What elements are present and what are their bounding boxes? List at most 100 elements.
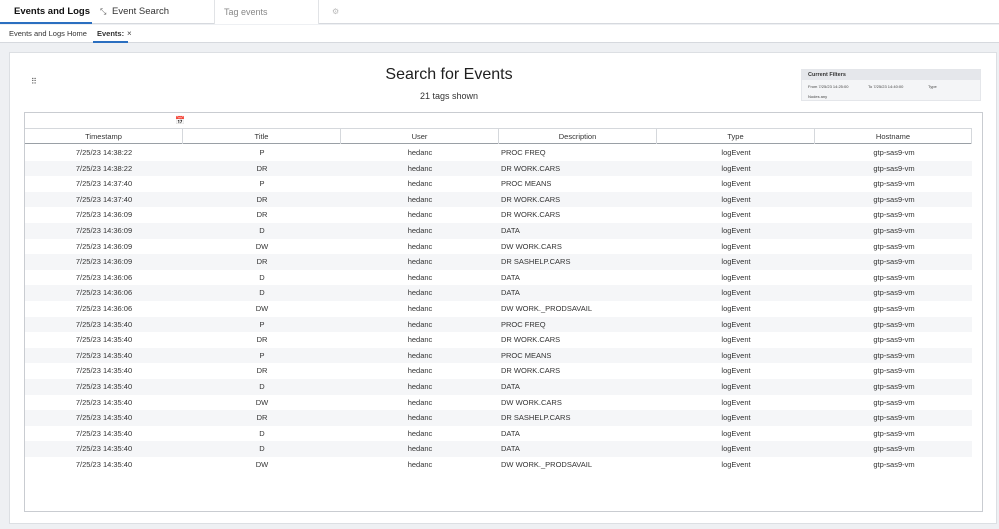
cell-timestamp: 7/25/23 14:35:40 [75,459,133,469]
cell-timestamp: 7/25/23 14:35:40 [75,319,133,329]
table-row[interactable]: 7/25/23 14:35:40 DR hedanc DR WORK.CARS logE… [25,332,972,348]
cell-type: logEvent [721,225,751,235]
cell-hostname: gtp-sas9-vm [873,428,915,438]
table-row[interactable]: 7/25/23 14:35:40 Dhedanc DATA logEvent gtp-s… [25,441,972,457]
table-row[interactable]: 7/25/23 14:36:09 DR hedanc DR WORK.CARS logE… [25,207,972,223]
cell-type: logEvent [721,257,751,267]
column-header-hostname[interactable]: Hostname [815,129,972,144]
cell-type: logEvent [721,397,751,407]
cell-title: DR [256,366,268,376]
filter-from: From 7/25/23 14:25:00 [808,84,849,89]
table-row[interactable]: 7/25/23 14:36:06 Dhedanc DATA logEvent gtp-s… [25,270,972,286]
filter-type: Type [928,84,937,89]
cell-type: logEvent [721,241,751,251]
column-header-title[interactable]: Title [183,129,341,144]
cell-user: hedanc [407,428,433,438]
column-header-description[interactable]: Description [499,129,657,144]
table-row[interactable]: 7/25/23 14:35:40 DW hedanc DW WORK._PRODSAV… [25,457,972,473]
cell-hostname: gtp-sas9-vm [873,241,915,251]
table-body: 7/25/23 14:38:22 Phedanc PROC FREQ logEvent… [25,145,972,472]
table-row[interactable]: 7/25/23 14:35:40 Phedanc PROC FREQ logEvent… [25,316,972,333]
table-row[interactable]: 7/25/23 14:38:22 Phedanc PROC FREQ logEvent… [25,145,972,161]
cell-hostname: gtp-sas9-vm [873,381,915,391]
cell-description: DR SASHELP.CARS [501,257,571,267]
cell-title: D [259,444,265,454]
cell-user: hedanc [407,179,433,189]
quicksearch-input[interactable]: Tag events quicksearch [214,0,319,41]
cell-user: hedanc [407,210,433,220]
table-row[interactable]: 7/25/23 14:36:09 DW hedanc DW WORK.CARS logE… [25,239,972,255]
cell-type: logEvent [721,163,751,173]
cell-user: hedanc [407,303,433,313]
close-icon[interactable]: × [127,25,132,43]
table-row[interactable]: 7/25/23 14:36:06 DW hedanc DW WORK._PRODSAV… [25,301,972,317]
cell-user: hedanc [407,397,433,407]
column-header-user[interactable]: User [341,129,499,144]
settings-icon[interactable]: ⚙ [332,7,339,16]
cell-description: PROC FREQ [501,319,546,329]
table-row[interactable]: 7/25/23 14:35:40 Dhedanc DATA logEvent gtp-s… [25,426,972,442]
cell-title: P [259,148,265,157]
cell-title: DW [255,397,269,407]
cell-timestamp: 7/25/23 14:35:40 [75,397,133,407]
cell-description: DATA [501,288,520,298]
cell-timestamp: 7/25/23 14:37:40 [75,194,133,204]
calendar-icon[interactable]: 📅 [175,116,185,125]
cell-title: D [259,272,265,282]
cell-hostname: gtp-sas9-vm [873,210,915,220]
current-filters-title: Current Filters [802,70,980,80]
cell-description: DR WORK.CARS [501,163,561,173]
cell-type: logEvent [721,366,751,376]
table-row[interactable]: 7/25/23 14:37:40 DR hedanc DR WORK.CARS logE… [25,191,972,208]
table-row[interactable]: 7/25/23 14:35:40 DR hedanc DR SASHELP.CARS l… [25,410,972,426]
cell-description: DR WORK.CARS [501,335,561,345]
cell-hostname: gtp-sas9-vm [873,319,915,329]
subtab-events[interactable]: Events: [93,25,129,43]
table-row[interactable]: 7/25/23 14:37:40 Phedanc PROC MEANS logEven… [25,176,972,192]
cell-title: D [259,381,265,391]
cell-timestamp: 7/25/23 14:36:09 [75,225,133,235]
app-top-bar: Events and Logs ⤡ Event Search Tag events… [0,0,999,41]
cell-user: hedanc [407,163,433,173]
cell-hostname: gtp-sas9-vm [873,148,915,157]
table-row[interactable]: 7/25/23 14:36:06 Dhedanc DATA logEvent gtp-s… [25,285,972,301]
cell-type: logEvent [721,303,751,313]
tab-event-search-label: Event Search [112,6,170,17]
tab-events-and-logs[interactable]: Events and Logs [0,0,92,24]
cell-type: logEvent [721,381,751,391]
cell-user: hedanc [407,194,433,204]
column-header-type[interactable]: Type [657,129,815,144]
table-row[interactable]: 7/25/23 14:36:09 DR hedanc DR SASHELP.CARS l… [25,254,972,270]
cell-description: DR SASHELP.CARS [501,413,571,423]
cell-hostname: gtp-sas9-vm [873,459,915,469]
cell-timestamp: 7/25/23 14:36:06 [75,303,133,313]
cell-user: hedanc [407,381,433,391]
collapse-arrows-icon: ⤡ [100,7,107,16]
cell-title: DR [256,335,268,345]
cell-timestamp: 7/25/23 14:36:09 [75,241,133,251]
table-row[interactable]: 7/25/23 14:38:22 DR hedanc DR WORK.CARS logE… [25,160,972,177]
table-row[interactable]: 7/25/23 14:35:40 Dhedanc DATA logEvent gtp-s… [25,378,972,395]
subtab-events-and-logs-home[interactable]: Events and Logs Home [9,25,87,43]
cell-timestamp: 7/25/23 14:35:40 [75,444,133,454]
cell-title: P [259,319,265,329]
table-row[interactable]: 7/25/23 14:36:09 Dhedanc DATA logEvent gtp-s… [25,222,972,239]
cell-timestamp: 7/25/23 14:36:09 [75,257,133,267]
cell-timestamp: 7/25/23 14:35:40 [75,350,133,360]
tab-event-search[interactable]: ⤡ Event Search [100,0,210,24]
cell-type: logEvent [721,179,751,189]
cell-title: DW [255,241,269,251]
table-row[interactable]: 7/25/23 14:35:40 DW hedanc DW WORK.CARS logE… [25,395,972,411]
column-header-timestamp[interactable]: Timestamp [25,129,183,144]
tags-shown-count: 21 tags shown [419,91,479,101]
cell-hostname: gtp-sas9-vm [873,303,915,313]
cell-user: hedanc [407,459,433,469]
cell-title: DR [256,413,268,423]
cell-user: hedanc [407,319,433,329]
cell-hostname: gtp-sas9-vm [873,366,915,376]
cell-type: logEvent [721,272,751,282]
table-row[interactable]: 7/25/23 14:35:40 Phedanc PROC MEANS logEven… [25,347,972,364]
events-panel: ⠿ Search for Events 21 tags shown Curren… [9,52,997,524]
cell-timestamp: 7/25/23 14:38:22 [75,148,133,157]
table-row[interactable]: 7/25/23 14:35:40 DR hedanc DR WORK.CARS logE… [25,363,972,379]
